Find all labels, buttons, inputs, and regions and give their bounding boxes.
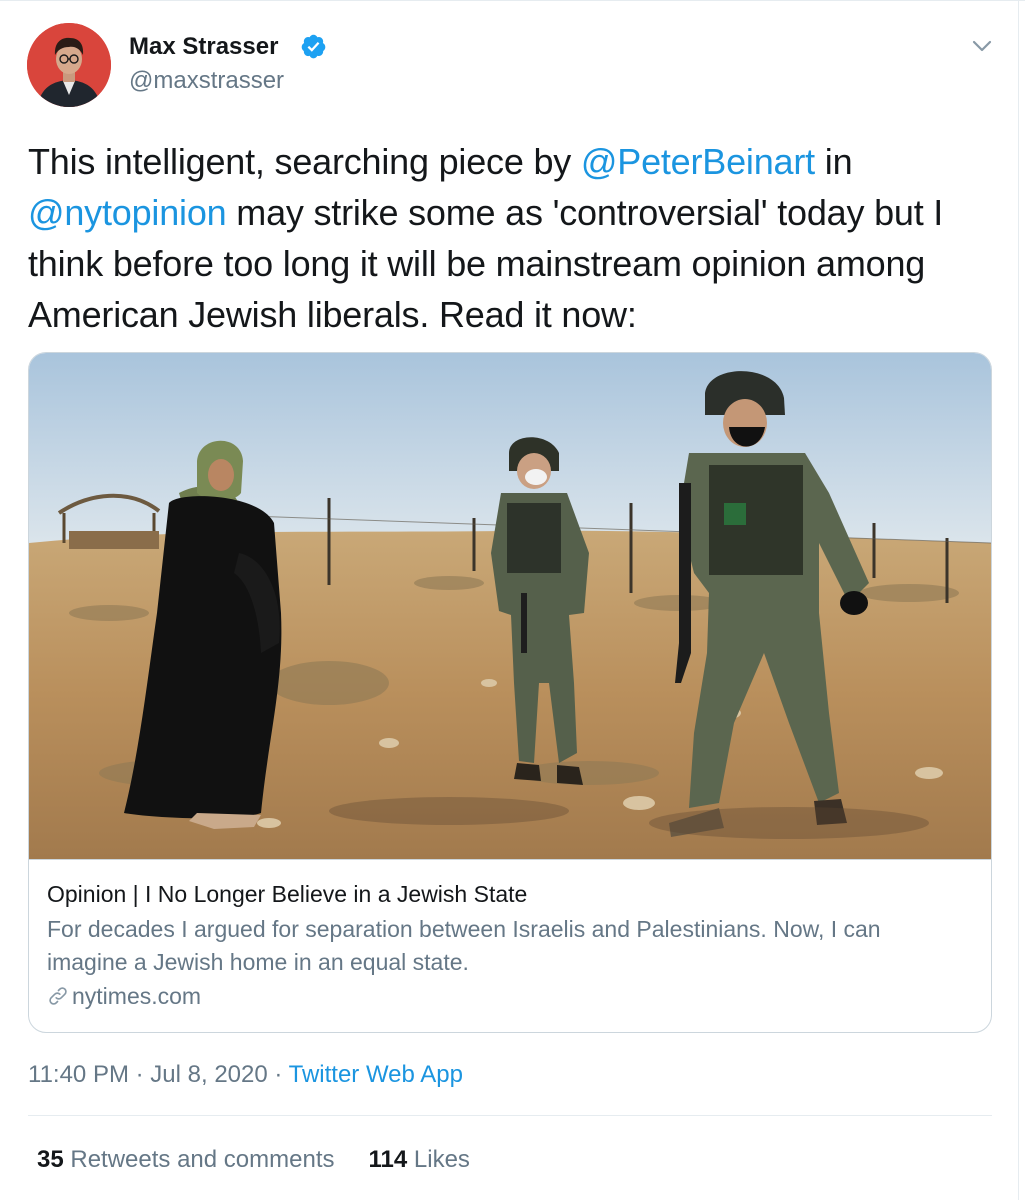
tweet-text-segment: This intelligent, searching piece by bbox=[28, 141, 581, 182]
mention-link-peterbeinart[interactable]: @PeterBeinart bbox=[581, 141, 815, 182]
likes-label: Likes bbox=[413, 1146, 470, 1173]
tweet-text-segment: in bbox=[814, 141, 853, 182]
card-title: Opinion | I No Longer Believe in a Jewis… bbox=[47, 881, 528, 907]
link-icon bbox=[49, 987, 67, 1005]
tweet-date[interactable]: Jul 8, 2020 bbox=[150, 1061, 267, 1088]
avatar[interactable] bbox=[27, 23, 111, 107]
likes-stat[interactable]: 114 Likes bbox=[369, 1144, 470, 1176]
right-border bbox=[1018, 0, 1019, 1200]
card-image bbox=[29, 353, 991, 859]
author-handle[interactable]: @maxstrasser bbox=[129, 66, 284, 96]
chevron-down-icon[interactable] bbox=[968, 36, 996, 56]
meta-separator: · bbox=[128, 1061, 151, 1088]
tweet-text: This intelligent, searching piece by @Pe… bbox=[28, 136, 1003, 340]
retweets-count: 35 bbox=[37, 1146, 64, 1173]
avatar-photo bbox=[27, 23, 111, 107]
tweet-stats: 35 Retweets and comments 114 Likes bbox=[37, 1144, 470, 1176]
card-description: For decades I argued for separation betw… bbox=[47, 916, 881, 975]
card-divider bbox=[29, 859, 991, 860]
tweet-meta: 11:40 PM · Jul 8, 2020 · Twitter Web App bbox=[28, 1059, 463, 1091]
tweet-time[interactable]: 11:40 PM bbox=[28, 1061, 129, 1088]
source-app-link[interactable]: Twitter Web App bbox=[289, 1061, 463, 1088]
meta-separator: · bbox=[267, 1061, 289, 1088]
likes-count: 114 bbox=[368, 1146, 408, 1173]
retweets-label: Retweets and comments bbox=[70, 1146, 335, 1173]
card-domain-text: nytimes.com bbox=[72, 983, 202, 1009]
link-preview-card[interactable]: Opinion | I No Longer Believe in a Jewis… bbox=[28, 352, 992, 1033]
card-domain: nytimes.com bbox=[47, 981, 201, 1011]
retweets-stat[interactable]: 35 Retweets and comments bbox=[37, 1144, 335, 1176]
author-name[interactable]: Max Strasser bbox=[129, 32, 278, 62]
verified-badge-icon bbox=[301, 34, 326, 59]
stats-divider bbox=[28, 1115, 992, 1116]
mention-link-nytopinion[interactable]: @nytopinion bbox=[28, 192, 227, 233]
top-border bbox=[0, 0, 1025, 7]
